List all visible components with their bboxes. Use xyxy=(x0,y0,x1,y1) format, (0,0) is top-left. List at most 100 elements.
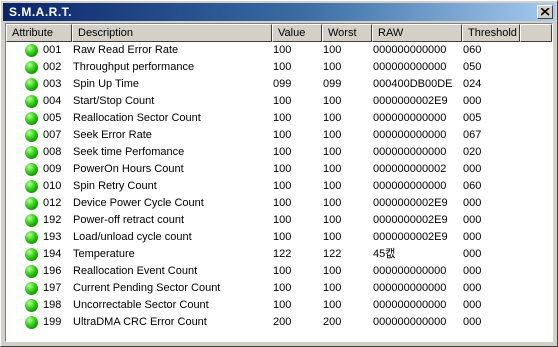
status-ok-icon xyxy=(25,231,38,244)
threshold-cell: 005 xyxy=(463,112,482,124)
column-header-raw[interactable]: RAW xyxy=(372,24,462,42)
status-ok-icon xyxy=(25,78,38,91)
smart-window: S.M.A.R.T. Attribute Description Value W… xyxy=(0,0,558,347)
threshold-cell: 020 xyxy=(463,146,482,158)
value-cell: 100 xyxy=(273,231,292,243)
table-row[interactable]: 009 PowerOn Hours Count 100 100 000000000002… xyxy=(6,161,552,178)
status-ok-icon xyxy=(25,248,38,261)
column-header-threshold[interactable]: Threshold xyxy=(462,24,520,42)
table-row[interactable]: 008 Seek time Perfomance 100 100 00000000000… xyxy=(6,144,552,161)
threshold-cell: 050 xyxy=(463,61,482,73)
description-cell: Raw Read Error Rate xyxy=(73,44,179,56)
table-row[interactable]: 192 Power-off retract count 100 100 00000000… xyxy=(6,212,552,229)
table-row[interactable]: 002 Throughput performance 100 100 000000000… xyxy=(6,59,552,76)
description-cell: UltraDMA CRC Error Count xyxy=(73,316,207,328)
threshold-cell: 000 xyxy=(463,163,482,175)
worst-cell: 099 xyxy=(323,78,342,90)
description-cell: Spin Up Time xyxy=(73,78,140,90)
value-cell: 099 xyxy=(273,78,292,90)
value-cell: 100 xyxy=(273,44,292,56)
worst-cell: 100 xyxy=(323,95,342,107)
threshold-cell: 000 xyxy=(463,316,482,328)
status-ok-icon xyxy=(25,129,38,142)
table-row[interactable]: 005 Reallocation Sector Count 100 100 000000… xyxy=(6,110,552,127)
raw-cell: 000000000000 xyxy=(373,282,447,294)
column-header-filler xyxy=(520,24,552,42)
status-ok-icon xyxy=(25,163,38,176)
raw-cell: 000000000000 xyxy=(373,299,447,311)
column-header-worst[interactable]: Worst xyxy=(322,24,372,42)
table-row[interactable]: 007 Seek Error Rate 100 100 000000000000 067 xyxy=(6,127,552,144)
value-cell: 122 xyxy=(273,248,292,260)
close-icon xyxy=(541,8,550,16)
table-row[interactable]: 199 UltraDMA CRC Error Count 200 200 0000000… xyxy=(6,314,552,331)
attribute-id-cell: 002 xyxy=(43,61,62,73)
table-row[interactable]: 196 Reallocation Event Count 100 100 0000000… xyxy=(6,263,552,280)
attribute-id-cell: 010 xyxy=(43,180,62,192)
raw-cell: 000000000000 xyxy=(373,61,447,73)
smart-attribute-list[interactable]: Attribute Description Value Worst RAW Th… xyxy=(5,23,553,342)
status-ok-icon xyxy=(25,95,38,108)
value-cell: 100 xyxy=(273,61,292,73)
attribute-id-cell: 197 xyxy=(43,282,62,294)
status-ok-icon xyxy=(25,44,38,57)
status-ok-icon xyxy=(25,299,38,312)
worst-cell: 100 xyxy=(323,214,342,226)
table-row[interactable]: 194 Temperature 122 122 45캢 000 xyxy=(6,246,552,263)
threshold-cell: 000 xyxy=(463,299,482,311)
list-header: Attribute Description Value Worst RAW Th… xyxy=(6,24,552,42)
table-row[interactable]: 012 Device Power Cycle Count 100 100 0000000… xyxy=(6,195,552,212)
attribute-id-cell: 198 xyxy=(43,299,62,311)
value-cell: 100 xyxy=(273,163,292,175)
attribute-id-cell: 001 xyxy=(43,44,62,56)
attribute-rows: 001 Raw Read Error Rate 100 100 000000000000… xyxy=(6,42,552,331)
column-header-value[interactable]: Value xyxy=(272,24,322,42)
attribute-id-cell: 012 xyxy=(43,197,62,209)
close-button[interactable] xyxy=(537,5,553,19)
description-cell: Reallocation Sector Count xyxy=(73,112,201,124)
status-ok-icon xyxy=(25,146,38,159)
worst-cell: 100 xyxy=(323,265,342,277)
description-cell: Power-off retract count xyxy=(73,214,185,226)
window-title: S.M.A.R.T. xyxy=(9,5,73,19)
value-cell: 100 xyxy=(273,180,292,192)
worst-cell: 100 xyxy=(323,282,342,294)
description-cell: Temperature xyxy=(73,248,135,260)
worst-cell: 100 xyxy=(323,44,342,56)
worst-cell: 200 xyxy=(323,316,342,328)
value-cell: 100 xyxy=(273,299,292,311)
raw-cell: 0000000002E9 xyxy=(373,214,448,226)
table-row[interactable]: 001 Raw Read Error Rate 100 100 000000000000… xyxy=(6,42,552,59)
description-cell: Reallocation Event Count xyxy=(73,265,198,277)
table-row[interactable]: 003 Spin Up Time 099 099 000400DB00DE 024 xyxy=(6,76,552,93)
raw-cell: 000000000000 xyxy=(373,129,447,141)
attribute-id-cell: 008 xyxy=(43,146,62,158)
column-header-description[interactable]: Description xyxy=(72,24,272,42)
column-header-attribute[interactable]: Attribute xyxy=(6,24,72,42)
status-ok-icon xyxy=(25,112,38,125)
table-row[interactable]: 193 Load/unload cycle count 100 100 00000000… xyxy=(6,229,552,246)
threshold-cell: 060 xyxy=(463,180,482,192)
table-row[interactable]: 010 Spin Retry Count 100 100 000000000000 060 xyxy=(6,178,552,195)
description-cell: PowerOn Hours Count xyxy=(73,163,184,175)
value-cell: 200 xyxy=(273,316,292,328)
worst-cell: 100 xyxy=(323,129,342,141)
worst-cell: 100 xyxy=(323,112,342,124)
table-row[interactable]: 004 Start/Stop Count 100 100 0000000002E9 000 xyxy=(6,93,552,110)
status-ok-icon xyxy=(25,265,38,278)
attribute-id-cell: 194 xyxy=(43,248,62,260)
raw-cell: 000000000000 xyxy=(373,265,447,277)
title-bar[interactable]: S.M.A.R.T. xyxy=(3,3,555,21)
raw-cell: 0000000002E9 xyxy=(373,95,448,107)
status-ok-icon xyxy=(25,214,38,227)
attribute-id-cell: 007 xyxy=(43,129,62,141)
attribute-id-cell: 003 xyxy=(43,78,62,90)
value-cell: 100 xyxy=(273,197,292,209)
status-ok-icon xyxy=(25,282,38,295)
description-cell: Load/unload cycle count xyxy=(73,231,192,243)
raw-cell: 000000000000 xyxy=(373,112,447,124)
table-row[interactable]: 198 Uncorrectable Sector Count 100 100 00000… xyxy=(6,297,552,314)
raw-cell: 000000000000 xyxy=(373,44,447,56)
threshold-cell: 000 xyxy=(463,248,482,260)
table-row[interactable]: 197 Current Pending Sector Count 100 100 000… xyxy=(6,280,552,297)
